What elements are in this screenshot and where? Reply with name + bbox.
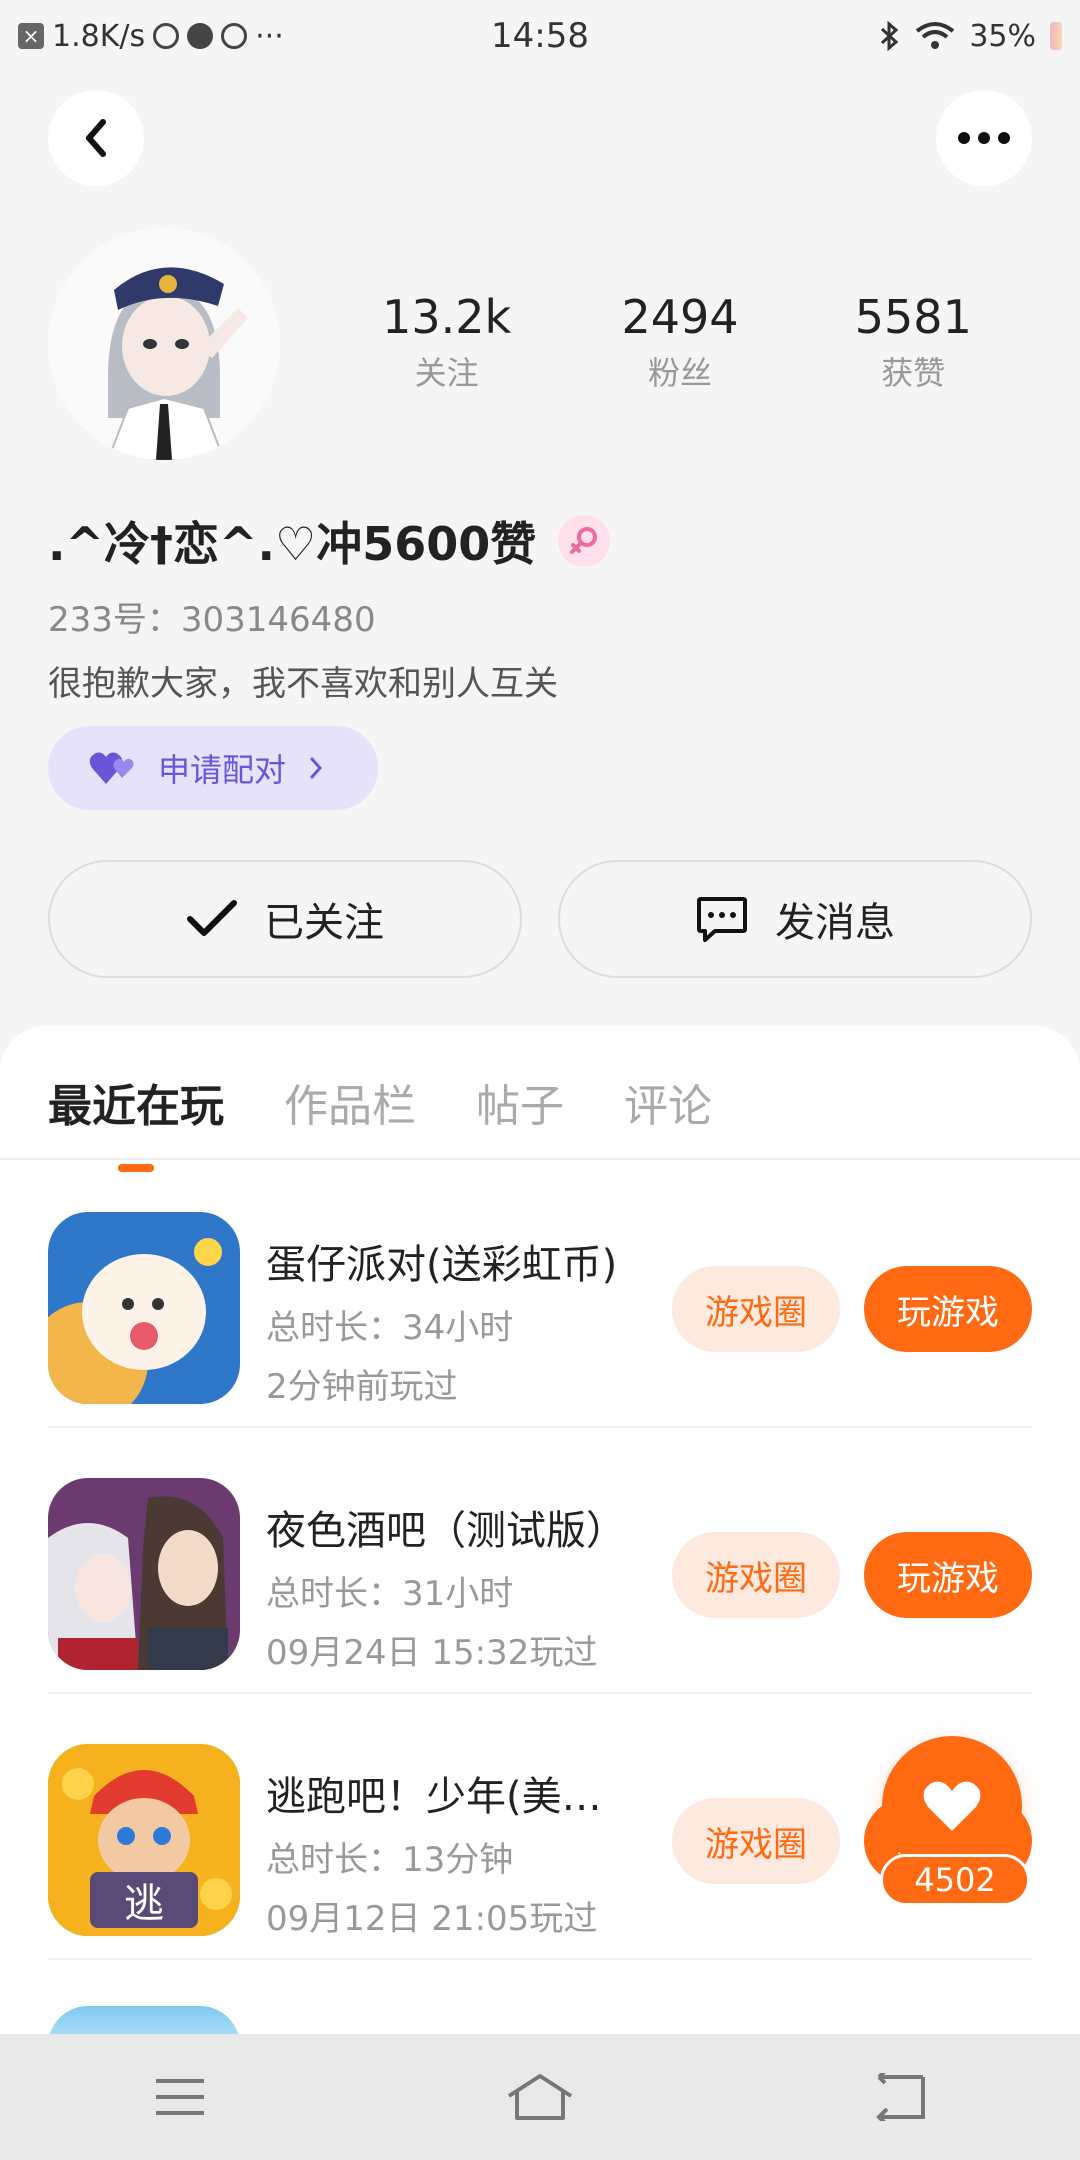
game-duration: 总时长：31小时	[266, 1574, 514, 1614]
avatar-illustration	[48, 228, 280, 460]
status-bar: × 1.8K/s ··· 14:58 35%	[0, 0, 1080, 72]
nav-back-button[interactable]	[840, 2057, 960, 2137]
close-box-icon: ×	[18, 23, 44, 49]
game-circle-button[interactable]: 游戏圈	[672, 1532, 840, 1618]
game-row[interactable]: 蛋仔派对(送彩虹币) 总时长：34小时 2分钟前玩过 游戏圈 玩游戏	[48, 1162, 1032, 1428]
nickname: .^冷†恋^.♡冲5600赞	[48, 517, 537, 571]
menu-icon	[156, 2079, 204, 2115]
game-icon-eggy-party[interactable]	[48, 1212, 240, 1404]
more-dots-icon: ···	[255, 18, 284, 54]
chevron-left-icon	[86, 119, 106, 157]
stat-value: 2494	[621, 290, 739, 344]
battery-icon	[1050, 22, 1062, 50]
double-heart-icon	[89, 752, 134, 784]
tab-divider	[0, 1158, 1080, 1160]
more-horizontal-icon	[958, 132, 1010, 144]
game-info: 逃跑吧！少年(美… 总时长：13分钟 09月12日 21:05玩过	[266, 1764, 666, 1940]
nickname-row: .^冷†恋^.♡冲5600赞	[48, 508, 611, 574]
game-icon-text: 逃	[124, 1881, 164, 1927]
send-message-button[interactable]: 发消息	[558, 860, 1032, 978]
system-nav-bar	[0, 2034, 1080, 2160]
floating-like-button[interactable]: 4502	[866, 1736, 1036, 1916]
chat-bubble-icon	[697, 897, 747, 942]
apply-pair-button[interactable]: 申请配对	[48, 726, 378, 810]
home-icon	[507, 2074, 573, 2120]
bio: 很抱歉大家，我不喜欢和别人互关	[48, 664, 558, 704]
female-gender-icon	[558, 515, 611, 567]
game-duration: 总时长：13分钟	[266, 1840, 514, 1880]
back-arrow-icon	[876, 2073, 925, 2121]
nav-home-button[interactable]	[480, 2057, 600, 2137]
bluetooth-icon	[881, 20, 899, 52]
stat-likes[interactable]: 5581 获赞	[813, 290, 1013, 394]
check-icon	[187, 900, 237, 936]
game-last-played: 2分钟前玩过	[266, 1367, 458, 1407]
stat-value: 5581	[854, 290, 972, 344]
tab-works[interactable]: 作品栏	[284, 1070, 416, 1172]
heart-icon	[923, 1781, 981, 1831]
game-icon-run-boy[interactable]: 逃	[48, 1744, 240, 1936]
game-title: 夜色酒吧（测试版）	[266, 1508, 626, 1554]
tab-bar: 最近在玩 作品栏 帖子 评论	[48, 1070, 712, 1172]
like-count: 4502	[880, 1854, 1030, 1906]
chevron-right-icon	[310, 757, 323, 779]
more-options-button[interactable]	[936, 90, 1032, 186]
apply-pair-label: 申请配对	[158, 751, 287, 789]
play-game-button[interactable]: 玩游戏	[864, 1266, 1032, 1352]
data-icon	[221, 23, 248, 49]
network-speed: 1.8K/s	[52, 18, 146, 54]
stat-label: 关注	[414, 354, 479, 392]
game-title: 逃跑吧！少年(美…	[266, 1774, 602, 1820]
game-last-played: 09月12日 21:05玩过	[266, 1899, 598, 1939]
content-sheet: 最近在玩 作品栏 帖子 评论 蛋仔派对(送彩虹币) 总时长：34小时 2分钟前玩…	[0, 1026, 1080, 2160]
game-circle-button[interactable]: 游戏圈	[672, 1798, 840, 1884]
play-game-button[interactable]: 玩游戏	[864, 1532, 1032, 1618]
battery-percent: 35%	[969, 18, 1036, 54]
nfc-icon	[153, 23, 180, 49]
game-duration: 总时长：34小时	[266, 1308, 514, 1348]
tab-posts[interactable]: 帖子	[476, 1070, 564, 1172]
nav-menu-button[interactable]	[120, 2057, 240, 2137]
game-row[interactable]: 夜色酒吧（测试版） 总时长：31小时 09月24日 15:32玩过 游戏圈 玩游…	[48, 1428, 1032, 1694]
action-row: 已关注 发消息	[48, 860, 1032, 978]
profile-stats: 13.2k 关注 2494 粉丝 5581 获赞	[330, 290, 1030, 394]
wifi-icon	[916, 22, 955, 49]
game-circle-button[interactable]: 游戏圈	[672, 1266, 840, 1352]
stat-label: 获赞	[881, 354, 946, 392]
back-button[interactable]	[48, 90, 144, 186]
stat-followers[interactable]: 2494 粉丝	[580, 290, 780, 394]
stat-label: 粉丝	[647, 354, 712, 392]
user-id: 233号：303146480	[48, 600, 376, 640]
tab-comments[interactable]: 评论	[624, 1070, 712, 1172]
ball-icon	[187, 23, 214, 49]
tab-recently-played[interactable]: 最近在玩	[48, 1070, 224, 1172]
game-icon-night-bar[interactable]	[48, 1478, 240, 1670]
stat-value: 13.2k	[382, 290, 512, 344]
game-info: 夜色酒吧（测试版） 总时长：31小时 09月24日 15:32玩过	[266, 1498, 666, 1674]
followed-label: 已关注	[264, 900, 384, 946]
game-info: 蛋仔派对(送彩虹币) 总时长：34小时 2分钟前玩过	[266, 1232, 666, 1408]
stat-following[interactable]: 13.2k 关注	[347, 290, 547, 394]
followed-button[interactable]: 已关注	[48, 860, 522, 978]
send-message-label: 发消息	[775, 900, 895, 946]
avatar[interactable]	[48, 228, 280, 460]
game-last-played: 09月24日 15:32玩过	[266, 1633, 598, 1673]
game-title: 蛋仔派对(送彩虹币)	[266, 1242, 618, 1288]
